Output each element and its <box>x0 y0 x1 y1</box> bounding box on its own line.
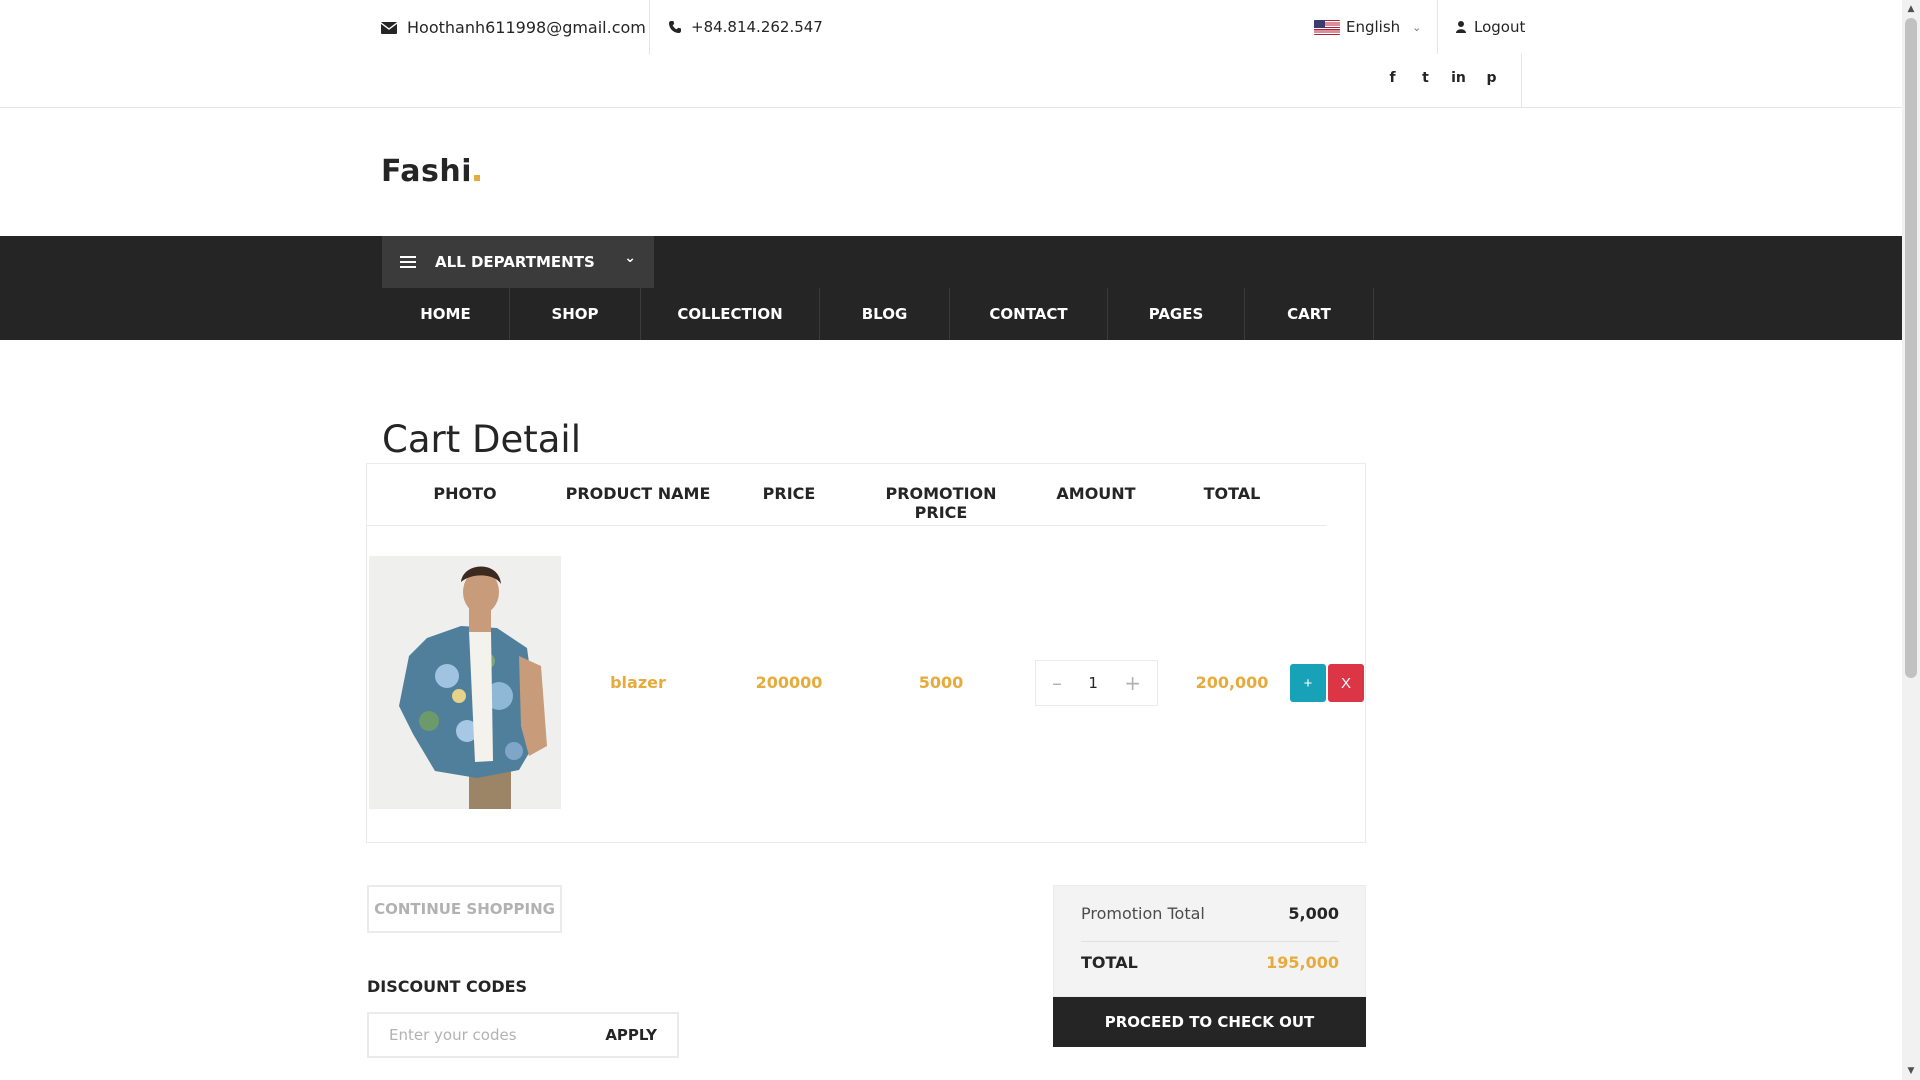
envelope-icon <box>381 21 397 34</box>
product-photo <box>369 556 561 809</box>
discount-code-input[interactable]: Enter your codes <box>389 1026 517 1044</box>
phone-icon <box>669 21 681 33</box>
facebook-icon[interactable]: f <box>1384 70 1401 87</box>
phone-text: +84.814.262.547 <box>691 18 823 36</box>
us-flag-icon <box>1314 19 1340 35</box>
nav-pages[interactable]: PAGES <box>1108 288 1245 340</box>
proceed-to-checkout-button[interactable]: PROCEED TO CHECK OUT <box>1053 997 1366 1047</box>
promotion-price: 5000 <box>918 673 964 692</box>
discount-codes-heading: DISCOUNT CODES <box>367 977 528 996</box>
page-title: Cart Detail <box>382 418 581 461</box>
column-header-amount: AMOUNT <box>1056 484 1136 503</box>
row-total: 200,000 <box>1195 673 1269 692</box>
all-departments-dropdown[interactable]: ALL DEPARTMENTS ⌄ <box>382 236 654 288</box>
remove-item-button[interactable]: X <box>1328 664 1364 702</box>
decrement-button[interactable]: – <box>1052 671 1062 695</box>
promotion-total-row: Promotion Total 5,000 <box>1081 904 1339 923</box>
nav-home[interactable]: HOME <box>382 288 510 340</box>
nav-cart[interactable]: CART <box>1245 288 1374 340</box>
nav-shop[interactable]: SHOP <box>510 288 641 340</box>
twitter-icon[interactable]: t <box>1417 70 1434 87</box>
chevron-down-icon: ⌄ <box>624 250 636 266</box>
logout-label: Logout <box>1474 18 1526 36</box>
product-price: 200000 <box>755 673 823 692</box>
nav-collection[interactable]: COLLECTION <box>641 288 820 340</box>
summary-divider <box>1081 941 1339 942</box>
phone-contact[interactable]: +84.814.262.547 <box>669 18 823 36</box>
total-label: TOTAL <box>1081 953 1138 972</box>
social-links: f t in p <box>1384 70 1500 87</box>
departments-label: ALL DEPARTMENTS <box>435 253 595 271</box>
divider <box>1437 0 1438 54</box>
quantity-stepper: – 1 + <box>1035 660 1158 706</box>
divider <box>1521 54 1522 108</box>
order-summary: Promotion Total 5,000 TOTAL 195,000 <box>1053 885 1366 997</box>
nav-contact[interactable]: CONTACT <box>950 288 1108 340</box>
increment-button[interactable]: + <box>1124 671 1141 695</box>
column-header-total: TOTAL <box>1203 484 1261 503</box>
product-name[interactable]: blazer <box>580 673 696 692</box>
email-text: Hoothanh611998@gmail.com <box>407 18 646 37</box>
promotion-total-label: Promotion Total <box>1081 904 1205 923</box>
language-selector[interactable]: English ⌄ <box>1314 18 1421 36</box>
nav-blog[interactable]: BLOG <box>820 288 950 340</box>
total-value: 195,000 <box>1266 953 1339 972</box>
linkedin-icon[interactable]: in <box>1450 70 1467 87</box>
column-header-promotion-price: PROMOTION PRICE <box>885 484 997 522</box>
top-bar <box>0 0 1902 108</box>
apply-button[interactable]: APPLY <box>605 1026 657 1044</box>
scroll-down-arrow[interactable]: ▼ <box>1902 1062 1920 1080</box>
column-header-product-name: PRODUCT NAME <box>565 484 711 503</box>
update-item-button[interactable]: + <box>1290 664 1326 702</box>
quantity-value[interactable]: 1 <box>1088 674 1098 692</box>
language-label: English <box>1346 18 1401 36</box>
logout-link[interactable]: Logout <box>1456 18 1525 36</box>
logo-dot <box>473 175 480 181</box>
logo-text: Fashi <box>381 154 472 189</box>
scrollbar-thumb[interactable] <box>1905 18 1917 678</box>
pinterest-icon[interactable]: p <box>1483 70 1500 87</box>
promotion-total-value: 5,000 <box>1288 904 1339 923</box>
continue-shopping-button[interactable]: CONTINUE SHOPPING <box>367 885 562 933</box>
nav-menu: HOME SHOP COLLECTION BLOG CONTACT PAGES … <box>382 288 1374 340</box>
header-divider <box>367 525 1327 526</box>
email-contact[interactable]: Hoothanh611998@gmail.com <box>381 18 646 37</box>
total-row: TOTAL 195,000 <box>1081 953 1339 972</box>
scroll-up-arrow[interactable]: ▲ <box>1902 0 1920 18</box>
chevron-down-icon: ⌄ <box>1412 20 1422 34</box>
column-header-price: PRICE <box>762 484 816 503</box>
menu-icon <box>400 256 416 268</box>
divider <box>649 0 650 54</box>
discount-form: Enter your codes APPLY <box>367 1012 679 1058</box>
site-logo[interactable]: Fashi <box>381 154 480 189</box>
user-icon <box>1456 21 1466 33</box>
column-header-photo: PHOTO <box>433 484 497 503</box>
